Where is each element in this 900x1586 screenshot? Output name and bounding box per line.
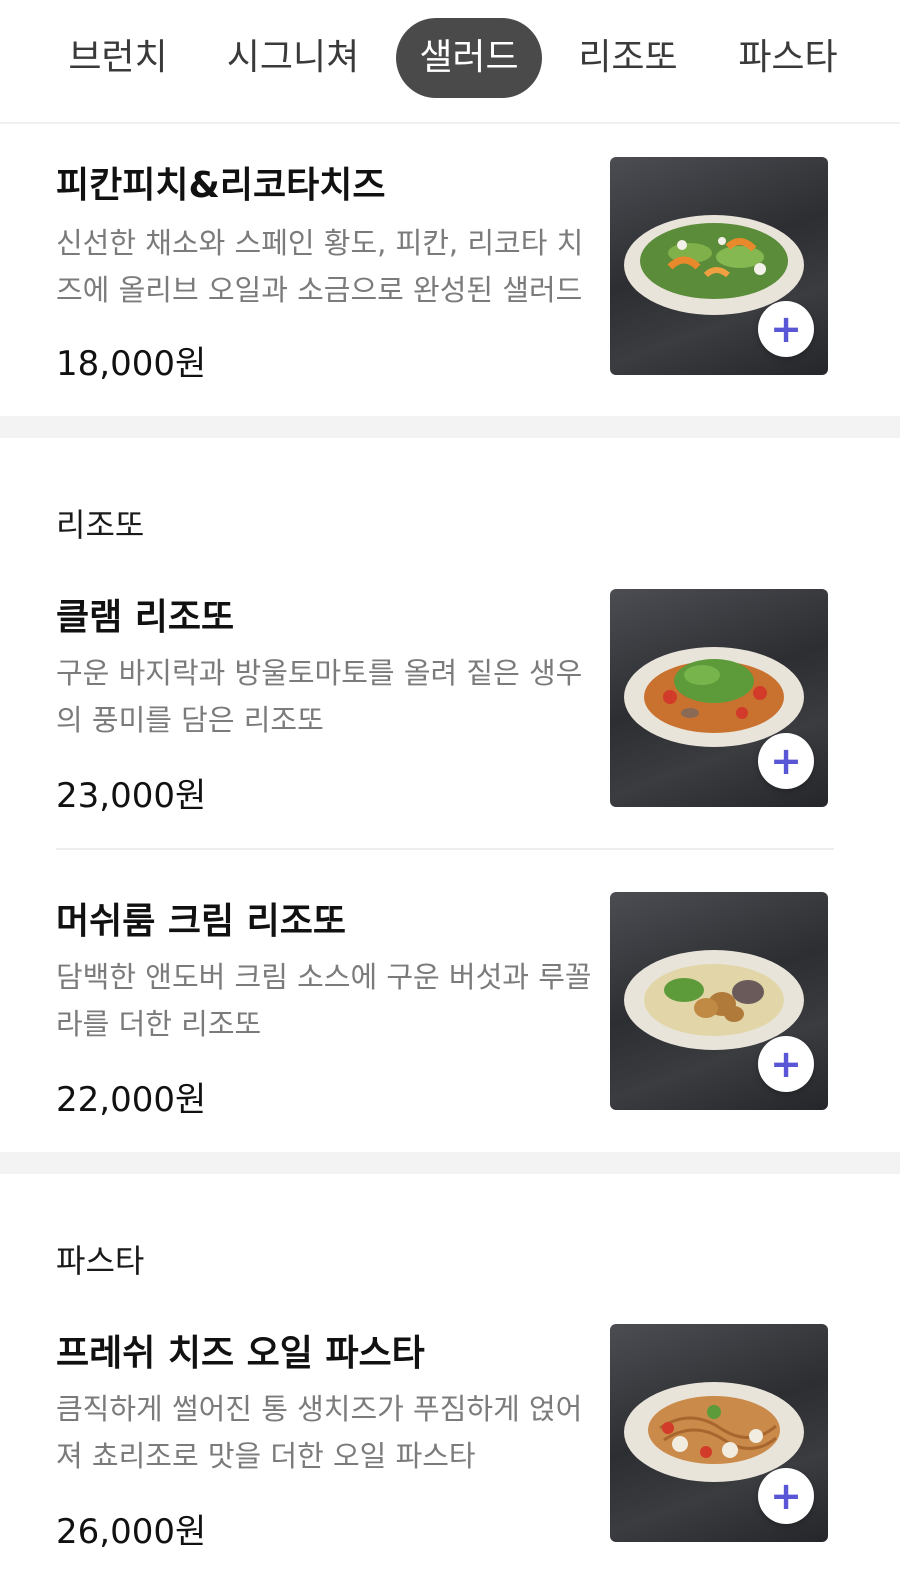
menu-item-name: 클램 리조또 [56,597,235,638]
add-to-cart-button[interactable]: + [758,1468,814,1524]
item-divider [56,848,834,850]
section-separator [0,416,900,438]
menu-item-price: 18,000원 [56,344,207,384]
section-title-risotto: 리조또 [56,506,145,544]
menu-item-photo: + [610,892,828,1110]
plus-icon: + [770,1474,802,1518]
section-title-pasta: 파스타 [56,1242,145,1280]
menu-item-price: 23,000원 [56,776,207,816]
tab-signature[interactable]: 시그니쳐 [210,18,376,98]
menu-item[interactable]: 머쉬룸 크림 리조또 담백한 앤도버 크림 소스에 구운 버섯과 루꼴라를 더한… [0,882,900,1152]
menu-item-photo: + [610,157,828,375]
menu-item-photo: + [610,1324,828,1542]
menu-item[interactable]: 클램 리조또 구운 바지락과 방울토마토를 올려 짙은 생우의 풍미를 담은 리… [0,580,900,850]
tab-pasta[interactable]: 파스타 [720,18,856,98]
add-to-cart-button[interactable]: + [758,733,814,789]
tab-risotto[interactable]: 리조또 [560,18,696,98]
menu-item-price: 26,000원 [56,1512,207,1552]
menu-item-name: 피칸피치&리코타치즈 [56,165,386,206]
menu-item-name: 프레쉬 치즈 오일 파스타 [56,1333,425,1374]
menu-item-description: 담백한 앤도버 크림 소스에 구운 버섯과 루꼴라를 더한 리조또 [56,960,592,1041]
add-to-cart-button[interactable]: + [758,301,814,357]
menu-item-description: 큼직하게 썰어진 통 생치즈가 푸짐하게 얹어져 쵸리조로 맛을 더한 오일 파… [56,1392,583,1473]
tab-brunch[interactable]: 브런치 [48,18,188,98]
plus-icon: + [770,739,802,783]
add-to-cart-button[interactable]: + [758,1036,814,1092]
category-tab-bar: 브런치 시그니쳐 샐러드 리조또 파스타 [0,0,900,124]
menu-item-price: 22,000원 [56,1080,207,1120]
menu-item-description: 구운 바지락과 방울토마토를 올려 짙은 생우의 풍미를 담은 리조또 [56,656,583,737]
menu-item-photo: + [610,589,828,807]
menu-item-description: 신선한 채소와 스페인 황도, 피칸, 리코타 치즈에 올리브 오일과 소금으로… [56,226,584,307]
section-separator [0,1152,900,1174]
menu-item-name: 머쉬룸 크림 리조또 [56,901,347,942]
tab-salad[interactable]: 샐러드 [396,18,542,98]
menu-item[interactable]: 피칸피치&리코타치즈 신선한 채소와 스페인 황도, 피칸, 리코타 치즈에 올… [0,124,900,416]
menu-item[interactable]: 프레쉬 치즈 오일 파스타 큼직하게 썰어진 통 생치즈가 푸짐하게 얹어져 쵸… [0,1314,900,1586]
plus-icon: + [770,307,802,351]
plus-icon: + [770,1042,802,1086]
